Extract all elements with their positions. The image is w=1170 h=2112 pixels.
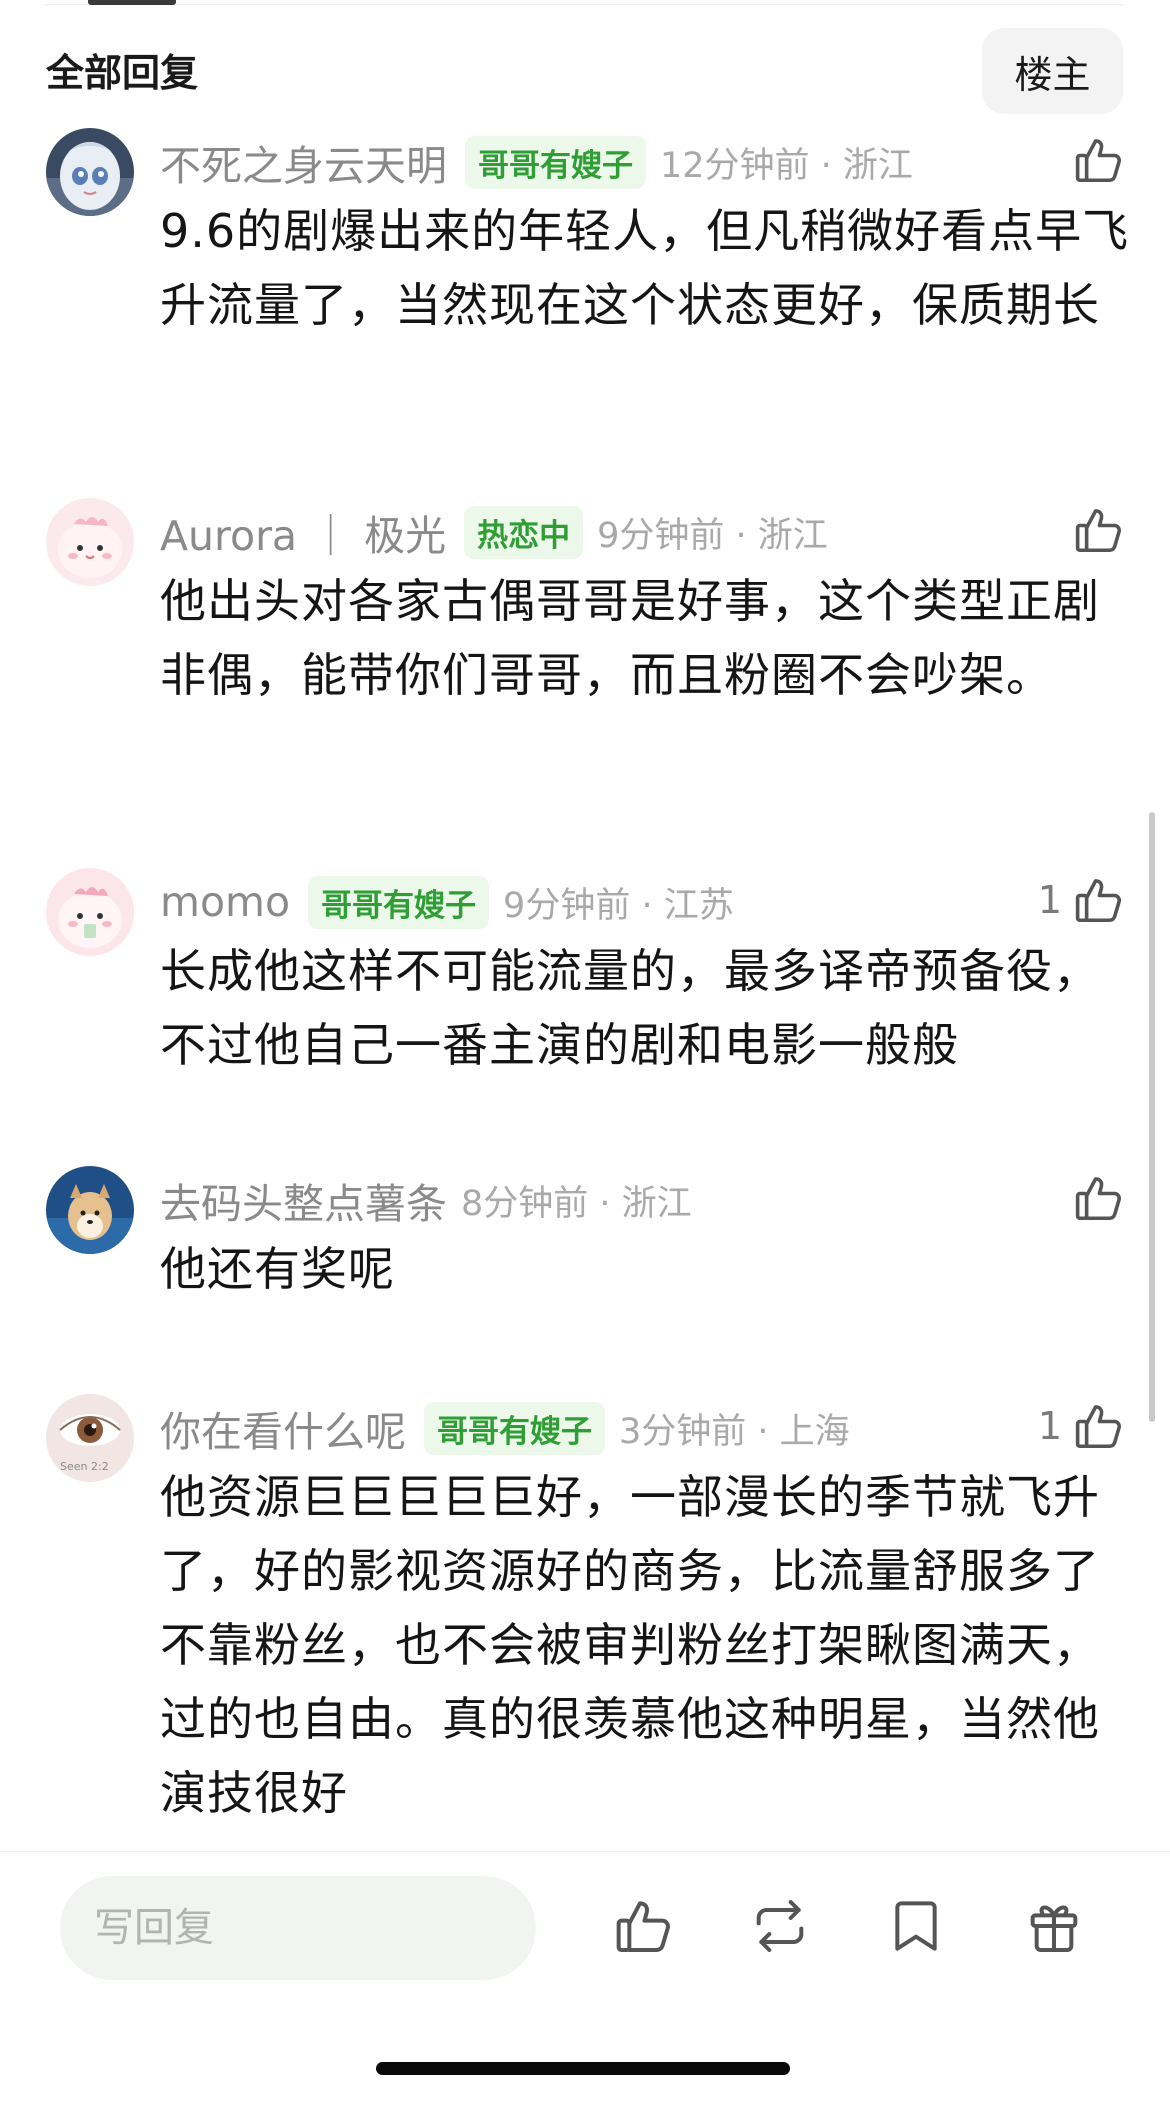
user-badge: 哥哥有嫂子: [424, 1401, 605, 1455]
thumb-up-icon: [1075, 1177, 1122, 1221]
gift-button[interactable]: [1022, 1894, 1086, 1958]
comment-text: 他资源巨巨巨巨巨好，一部漫长的季节就飞升了，好的影视资源好的商务，比流量舒服多了…: [160, 1470, 1100, 1820]
thumb-up-icon: [616, 1901, 670, 1952]
thumb-up-icon: [1075, 509, 1122, 553]
timestamp-location: 9分钟前 · 浙江: [597, 515, 828, 556]
user-badge: 哥哥有嫂子: [465, 135, 646, 189]
comment-text: 他出头对各家古偶哥哥是好事，这个类型正剧 非偶，能带你们哥哥，而且粉圈不会吵架。: [160, 574, 1100, 702]
like-button[interactable]: [1062, 130, 1126, 190]
repost-icon: [756, 1900, 804, 1952]
like-button[interactable]: [1062, 1168, 1126, 1228]
comment-text: 他还有奖呢: [160, 1242, 395, 1296]
user-badge: 哥哥有嫂子: [308, 875, 490, 929]
comment-meta: 你在看什么呢 哥哥有嫂子 3分钟前 · 上海: [160, 1400, 850, 1456]
repost-button[interactable]: [748, 1894, 812, 1958]
username[interactable]: 去码头整点薯条: [160, 1170, 447, 1230]
top-divider: [44, 4, 1124, 5]
like-button[interactable]: 1: [1038, 1396, 1126, 1456]
op-only-filter-button[interactable]: 楼主: [982, 28, 1123, 114]
thumb-up-icon: [1075, 1405, 1122, 1449]
user-badge: 热恋中: [464, 505, 584, 559]
avatar[interactable]: [46, 1166, 134, 1254]
like-post-button[interactable]: [612, 1894, 676, 1958]
thumb-up-icon: [1075, 879, 1122, 923]
bookmark-icon: [895, 1901, 937, 1951]
username[interactable]: 你在看什么呢: [160, 1398, 406, 1458]
scrollbar[interactable]: [1149, 812, 1155, 1422]
comment-meta: 去码头整点薯条 8分钟前 · 浙江: [160, 1172, 692, 1228]
timestamp-location: 3分钟前 · 上海: [619, 1411, 850, 1452]
timestamp-location: 8分钟前 · 浙江: [461, 1183, 692, 1224]
timestamp-location: 9分钟前 · 江苏: [503, 885, 734, 926]
thumb-up-icon: [1075, 139, 1122, 183]
avatar[interactable]: [46, 868, 134, 956]
username[interactable]: momo: [160, 878, 290, 926]
reply-input[interactable]: [60, 1876, 536, 1980]
comment-text: 长成他这样不可能流量的，最多译帝预备役，不过他自己一番主演的剧和电影一般般: [160, 944, 1100, 1072]
like-button[interactable]: 1: [1038, 870, 1126, 930]
comment-meta: momo 哥哥有嫂子 9分钟前 · 江苏: [160, 874, 734, 930]
active-tab-indicator: [88, 0, 176, 5]
avatar[interactable]: [46, 498, 134, 586]
username[interactable]: 不死之身云天明: [160, 132, 447, 192]
section-title: 全部回复: [46, 51, 199, 95]
like-button[interactable]: [1062, 500, 1126, 560]
comment-meta: 不死之身云天明 哥哥有嫂子 12分钟前 · 浙江: [160, 134, 913, 190]
like-count: 1: [1037, 878, 1062, 922]
avatar[interactable]: [46, 128, 134, 216]
comment-meta: Aurora ｜ 极光 热恋中 9分钟前 · 浙江: [160, 504, 828, 560]
timestamp-location: 12分钟前 · 浙江: [660, 145, 913, 186]
bookmark-button[interactable]: [884, 1894, 948, 1958]
bottom-bar-divider: [0, 1851, 1170, 1852]
home-indicator[interactable]: [376, 2062, 790, 2075]
avatar-caption: Seen 2:2: [60, 1460, 109, 1473]
username[interactable]: Aurora ｜ 极光: [160, 502, 446, 562]
avatar[interactable]: Seen 2:2: [46, 1394, 134, 1482]
comment-text: 9.6的剧爆出来的年轻人，但凡稍微好看点早飞升流量了，当然现在这个状态更好，保质…: [160, 204, 1130, 332]
like-count: 1: [1037, 1404, 1062, 1448]
gift-icon: [1030, 1905, 1078, 1952]
